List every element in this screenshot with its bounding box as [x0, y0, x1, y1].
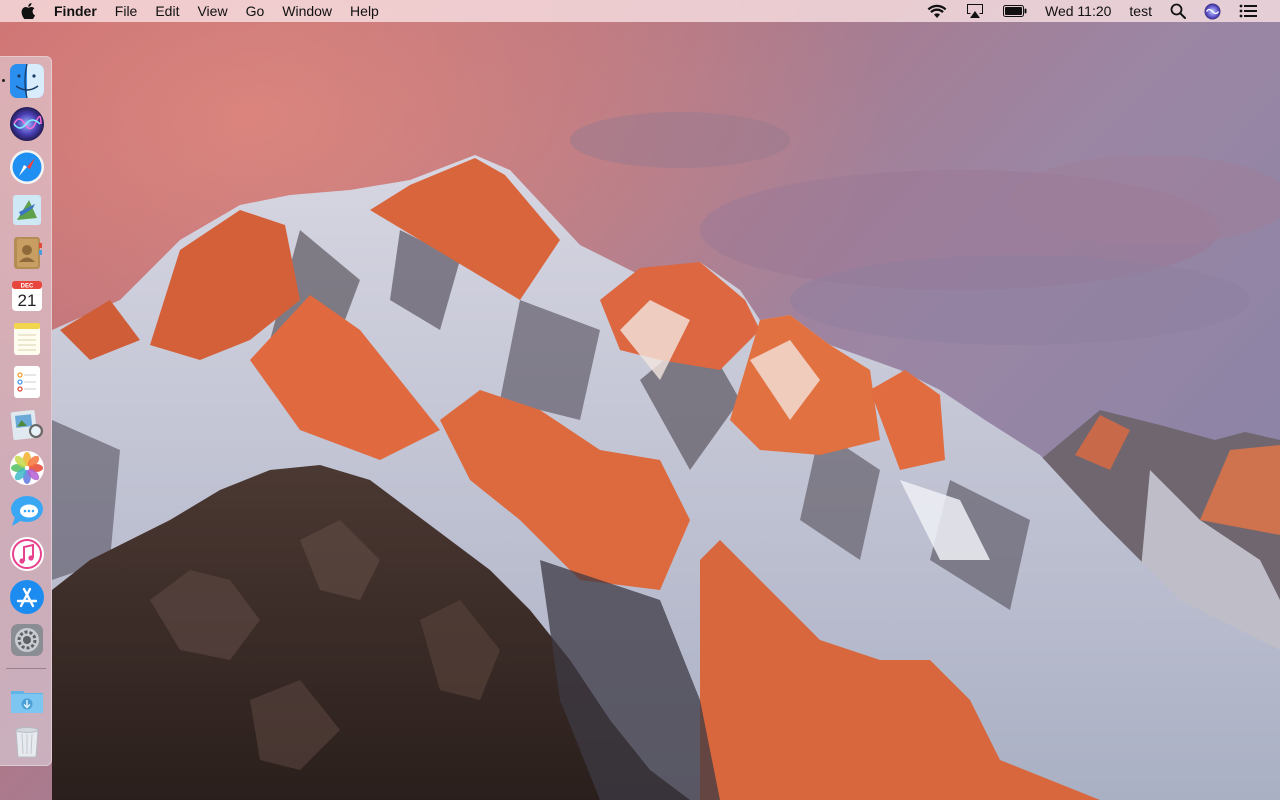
finder-icon[interactable] — [9, 63, 45, 99]
itunes-icon[interactable] — [9, 536, 45, 572]
wifi-icon[interactable] — [918, 0, 956, 22]
menu-bar-left: Finder File Edit View Go Window Help — [0, 0, 388, 22]
mail-icon[interactable] — [9, 192, 45, 228]
photos-icon[interactable] — [9, 450, 45, 486]
spotlight-search-icon[interactable] — [1161, 0, 1195, 22]
menu-clock[interactable]: Wed 11:20 — [1036, 0, 1120, 22]
calendar-icon[interactable]: DEC 21 — [9, 278, 45, 314]
downloads-folder-icon[interactable] — [9, 683, 45, 719]
desktop-wallpaper — [0, 0, 1280, 800]
notes-icon[interactable] — [9, 321, 45, 357]
menu-user-name[interactable]: test — [1120, 0, 1161, 22]
finder-running-indicator — [2, 79, 5, 82]
siri-icon[interactable] — [9, 106, 45, 142]
menu-help[interactable]: Help — [341, 0, 388, 22]
menu-bar-status: Wed 11:20 test — [918, 0, 1280, 22]
menu-file[interactable]: File — [106, 0, 147, 22]
preview-icon[interactable] — [9, 407, 45, 443]
contacts-icon[interactable] — [9, 235, 45, 271]
trash-icon[interactable] — [9, 724, 45, 760]
airplay-icon[interactable] — [956, 0, 994, 22]
calendar-month: DEC — [21, 284, 34, 290]
reminders-icon[interactable] — [9, 364, 45, 400]
menu-app-finder[interactable]: Finder — [46, 0, 106, 22]
menu-go[interactable]: Go — [237, 0, 274, 22]
menu-edit[interactable]: Edit — [146, 0, 188, 22]
dock: DEC 21 — [0, 56, 52, 766]
notification-center-icon[interactable] — [1230, 0, 1266, 22]
dock-separator — [6, 668, 46, 669]
menu-view[interactable]: View — [188, 0, 236, 22]
menu-window[interactable]: Window — [273, 0, 341, 22]
safari-icon[interactable] — [9, 149, 45, 185]
menu-bar: Finder File Edit View Go Window Help Wed… — [0, 0, 1280, 22]
system-preferences-icon[interactable] — [9, 622, 45, 658]
apple-icon[interactable] — [18, 0, 38, 22]
app-store-icon[interactable] — [9, 579, 45, 615]
calendar-day: 21 — [18, 291, 37, 310]
battery-icon[interactable] — [994, 0, 1036, 22]
siri-icon[interactable] — [1195, 0, 1230, 22]
messages-icon[interactable] — [9, 493, 45, 529]
